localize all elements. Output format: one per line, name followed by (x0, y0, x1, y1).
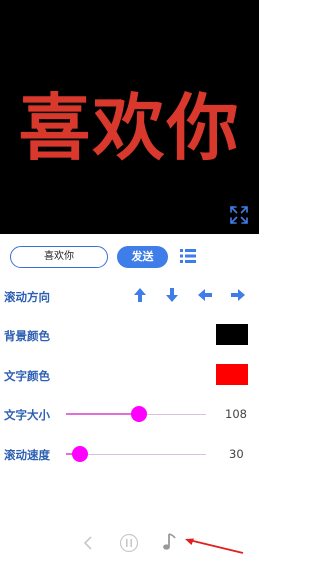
text-size-slider-fill (66, 413, 139, 415)
preview-area: 喜欢你 (0, 0, 259, 234)
text-color-swatch[interactable] (216, 364, 248, 385)
pause-icon[interactable] (119, 533, 139, 553)
background-color-swatch[interactable] (216, 324, 248, 345)
prev-icon[interactable] (82, 535, 94, 551)
arrow-left-icon[interactable] (197, 287, 213, 303)
arrow-right-icon[interactable] (230, 287, 246, 303)
scroll-direction-label: 滚动方向 (4, 290, 50, 304)
preview-text: 喜欢你 (18, 86, 241, 170)
scroll-speed-value: 30 (229, 447, 244, 461)
fullscreen-icon[interactable] (229, 205, 249, 225)
text-size-value: 108 (225, 407, 247, 421)
text-color-label: 文字颜色 (4, 369, 50, 383)
scroll-speed-slider-knob[interactable] (72, 446, 88, 462)
text-size-slider-knob[interactable] (130, 406, 147, 422)
annotation-arrow (185, 538, 244, 554)
list-icon[interactable] (180, 248, 196, 264)
music-note-icon[interactable] (160, 532, 178, 552)
background-color-label: 背景颜色 (4, 329, 50, 343)
arrow-down-icon[interactable] (164, 287, 180, 303)
text-size-label: 文字大小 (4, 408, 50, 422)
send-button[interactable]: 发送 (117, 246, 168, 268)
scroll-speed-label: 滚动速度 (4, 448, 50, 462)
text-input[interactable]: 喜欢你 (10, 246, 108, 268)
arrow-up-icon[interactable] (132, 287, 148, 303)
